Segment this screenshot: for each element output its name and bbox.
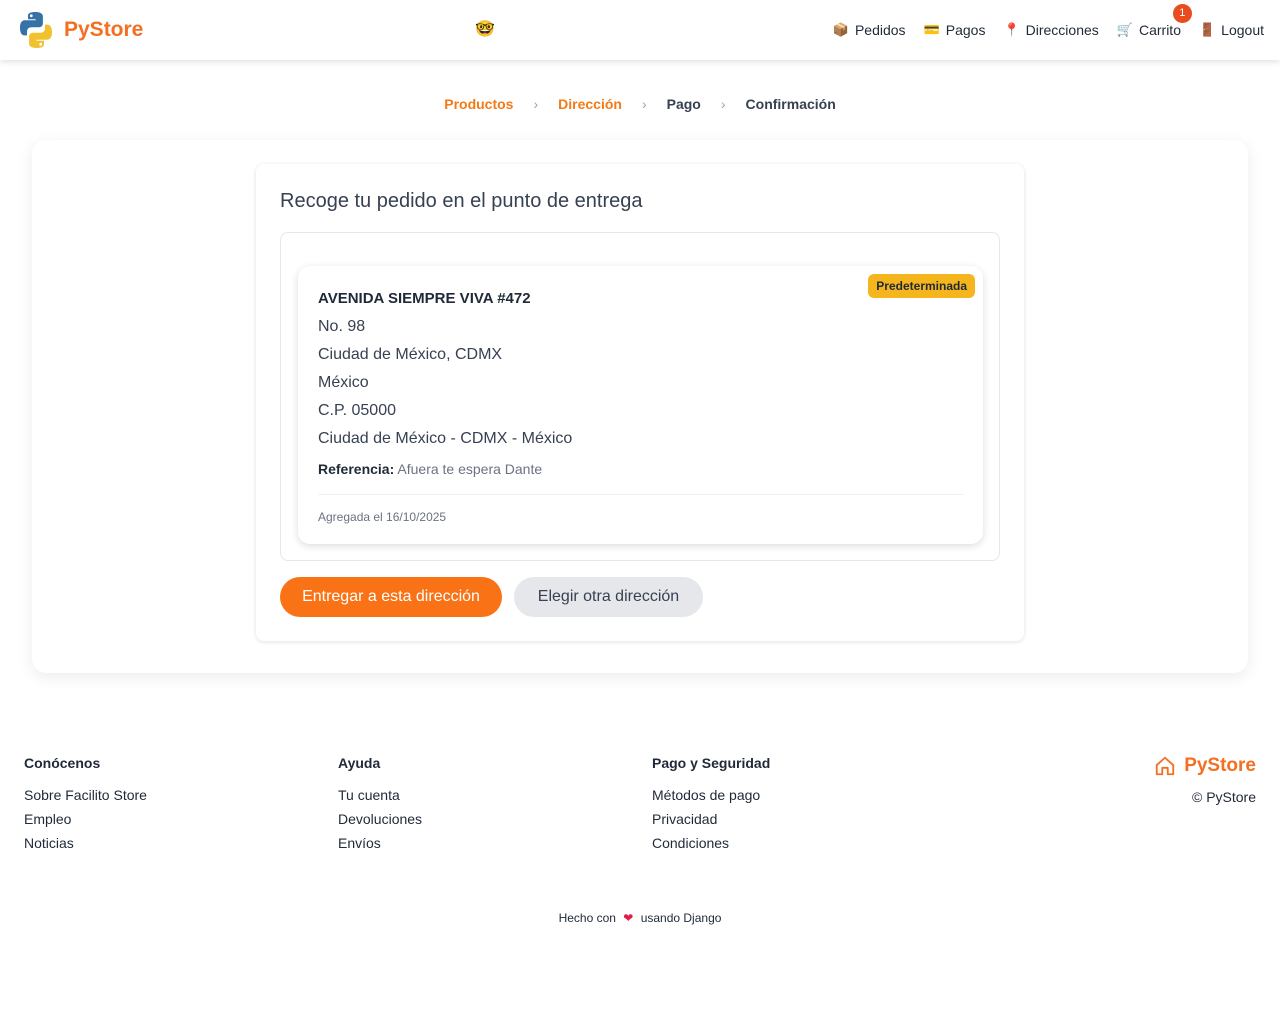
default-badge: Predeterminada — [868, 274, 975, 298]
footer-brand-link[interactable]: PyStore — [1154, 755, 1256, 777]
address-number: No. 98 — [318, 318, 366, 335]
home-icon — [1156, 756, 1175, 776]
step-productos[interactable]: Productos — [444, 96, 513, 112]
checkout-steps: Productos › Dirección › Pago › Confirmac… — [0, 96, 1280, 112]
footer-col-conocenos: Conócenos Sobre Facilito Store Empleo No… — [24, 755, 147, 859]
footer-col-title: Ayuda — [338, 755, 381, 771]
footer-link[interactable]: Métodos de pago — [652, 787, 770, 803]
choose-other-address-button[interactable]: Elegir otra dirección — [514, 577, 703, 617]
package-icon: 📦 — [832, 22, 849, 37]
nav-pedidos[interactable]: 📦 Pedidos — [833, 22, 906, 38]
address-list: Predeterminada AVENIDA SIEMPRE VIVA #472… — [280, 232, 1000, 561]
chevron-right-icon: › — [641, 96, 647, 112]
footer-col-ayuda: Ayuda Tu cuenta Devoluciones Envíos — [338, 755, 422, 859]
made-with-note: Hecho con ❤ usando Django — [0, 911, 1280, 925]
door-icon: 🚪 — [1198, 22, 1216, 37]
made-suffix: usando Django — [640, 911, 722, 925]
top-navbar: PyStore 🤓 📦 Pedidos 💳 Pagos 📍 Direccione… — [0, 0, 1280, 60]
cart-count-badge: 1 — [1172, 4, 1192, 23]
page-title: Recoge tu pedido en el punto de entrega — [280, 190, 643, 212]
nav-pedidos-label: Pedidos — [854, 22, 906, 38]
nav-pagos-label: Pagos — [945, 22, 986, 38]
reference-label: Referencia: — [318, 461, 395, 477]
nav-direcciones[interactable]: 📍 Direcciones — [1003, 22, 1098, 38]
footer-copyright: © PyStore — [1191, 789, 1256, 805]
pin-icon: 📍 — [1003, 22, 1020, 37]
step-pago: Pago — [666, 96, 701, 112]
address-full: Ciudad de México - CDMX - México — [318, 430, 573, 447]
made-prefix: Hecho con — [558, 911, 616, 925]
divider — [318, 494, 963, 495]
footer-link[interactable]: Noticias — [24, 835, 147, 851]
step-confirmacion: Confirmación — [745, 96, 836, 112]
footer-brand: PyStore © PyStore — [1154, 755, 1256, 805]
main-container: Recoge tu pedido en el punto de entrega … — [32, 140, 1248, 673]
address-city-state: Ciudad de México, CDMX — [318, 346, 503, 363]
brand-link[interactable]: PyStore — [16, 10, 143, 50]
footer-col-pago-seguridad: Pago y Seguridad Métodos de pago Privaci… — [652, 755, 770, 859]
deliver-here-button[interactable]: Entregar a esta dirección — [280, 577, 502, 617]
footer-link[interactable]: Empleo — [24, 811, 147, 827]
smiley-icon: 🤓 — [475, 21, 495, 38]
nav-logout-label: Logout — [1221, 22, 1264, 38]
brand-name: PyStore — [64, 18, 144, 41]
cart-icon: 🛒 — [1116, 22, 1133, 37]
main-nav: 📦 Pedidos 💳 Pagos 📍 Direcciones 🛒 Carrit… — [815, 0, 1264, 60]
footer-brand-name: PyStore — [1184, 755, 1256, 776]
chevron-right-icon: › — [533, 96, 539, 112]
address-street: AVENIDA SIEMPRE VIVA #472 — [318, 290, 531, 307]
footer-link[interactable]: Privacidad — [652, 811, 770, 827]
address-card[interactable]: Predeterminada AVENIDA SIEMPRE VIVA #472… — [298, 266, 983, 544]
nav-pagos[interactable]: 💳 Pagos — [924, 22, 986, 38]
footer-link[interactable]: Condiciones — [652, 835, 770, 851]
address-section: Recoge tu pedido en el punto de entrega … — [256, 164, 1024, 641]
address-country: México — [318, 374, 369, 391]
footer-link[interactable]: Sobre Facilito Store — [24, 787, 147, 803]
credit-card-icon: 💳 — [923, 22, 940, 37]
nav-logout[interactable]: 🚪 Logout — [1199, 22, 1264, 38]
address-added-date: Agregada el 16/10/2025 — [318, 510, 447, 524]
footer-link[interactable]: Envíos — [338, 835, 422, 851]
footer-col-title: Pago y Seguridad — [652, 755, 771, 771]
footer-col-title: Conócenos — [24, 755, 101, 771]
nav-carrito[interactable]: 🛒 Carrito 1 — [1116, 4, 1192, 38]
reference-value: Afuera te espera Dante — [397, 461, 543, 477]
footer-link[interactable]: Devoluciones — [338, 811, 422, 827]
heart-icon: ❤ — [623, 911, 634, 925]
step-direccion[interactable]: Dirección — [558, 96, 622, 112]
footer-link[interactable]: Tu cuenta — [338, 787, 422, 803]
address-postal: C.P. 05000 — [318, 402, 396, 419]
nav-direcciones-label: Direcciones — [1025, 22, 1099, 38]
chevron-right-icon: › — [720, 96, 726, 112]
python-logo-icon — [20, 12, 52, 48]
address-reference: Referencia: Afuera te espera Dante — [318, 461, 542, 477]
nav-carrito-label: Carrito — [1138, 22, 1181, 38]
